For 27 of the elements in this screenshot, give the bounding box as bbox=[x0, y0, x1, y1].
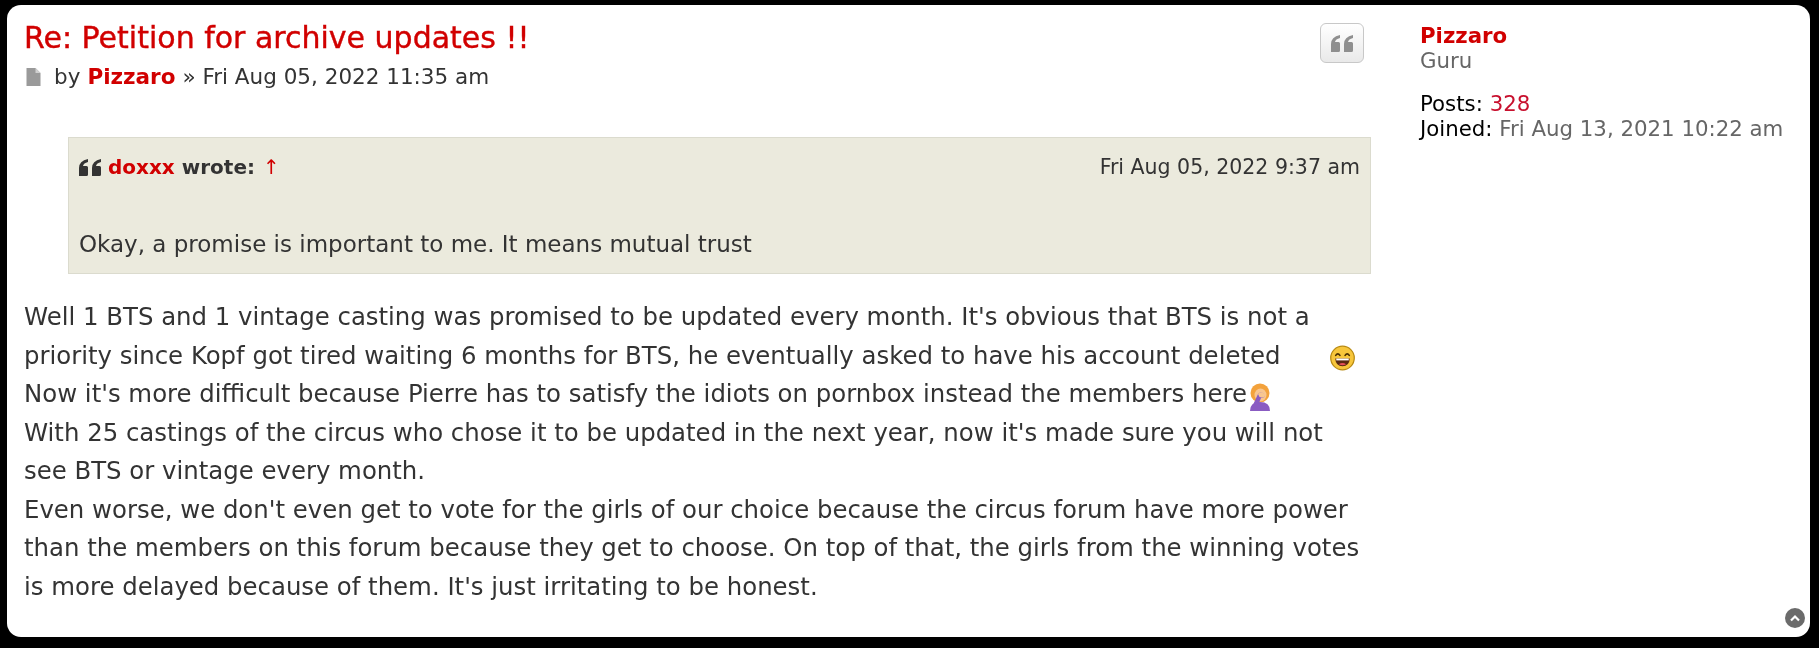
post-title[interactable]: Re: Petition for archive updates !! bbox=[24, 20, 530, 55]
facepalm-person-icon bbox=[1248, 382, 1272, 411]
post-text: Well 1 BTS and 1 vintage casting was promised to be updated every month. It's obvious that BTS is not a priority since Kopf got tired waiting 6 months for BTS, he eventually asked to have his account deleted bbox=[24, 301, 1311, 372]
quote-date: Fri Aug 05, 2022 9:37 am bbox=[1099, 154, 1360, 180]
quote-icon bbox=[1331, 34, 1353, 52]
quoted-author-link[interactable]: doxxx bbox=[108, 154, 175, 180]
wrote-label: wrote: bbox=[181, 154, 255, 180]
jump-to-post-link[interactable]: ↑ bbox=[262, 154, 280, 180]
profile-field-link[interactable]: 328 bbox=[1489, 91, 1531, 116]
post-date: » Fri Aug 05, 2022 11:35 am bbox=[182, 64, 490, 90]
username-link[interactable]: Pizzaro bbox=[1420, 23, 1508, 48]
post-text: Now it's more difficult because Pierre has to satisfy the idiots on pornbox instead the members here bbox=[24, 378, 1247, 410]
quote-icon bbox=[79, 158, 101, 176]
quote-text: Okay, a promise is important to me. It means mutual trust bbox=[79, 230, 753, 258]
document-icon bbox=[26, 68, 41, 86]
quote-button[interactable] bbox=[1320, 23, 1364, 63]
chevron-up-icon bbox=[1790, 614, 1800, 622]
profile-field-label: Posts: bbox=[1420, 91, 1483, 116]
laughing-face-icon bbox=[1330, 345, 1355, 371]
author-link[interactable]: Pizzaro bbox=[87, 64, 176, 90]
post-text: With 25 castings of the circus who chose it to be updated in the next year, now it's made sure you will not see BTS or vintage every month. bbox=[24, 416, 1324, 487]
back-to-top-button[interactable] bbox=[1785, 608, 1805, 628]
user-rank: Guru bbox=[1420, 48, 1473, 73]
profile-field-value: Fri Aug 13, 2021 10:22 am bbox=[1499, 116, 1784, 141]
post-text: Even worse, we don't even get to vote for the girls of our choice because the circus forum have more power than the members on this forum because they get to choose. On top of that, the girls from the winning votes is more delayed because of them. It's just irritating to be honest. bbox=[24, 493, 1361, 603]
byline-prefix: by bbox=[54, 64, 81, 90]
profile-field-label: Joined: bbox=[1420, 116, 1493, 141]
